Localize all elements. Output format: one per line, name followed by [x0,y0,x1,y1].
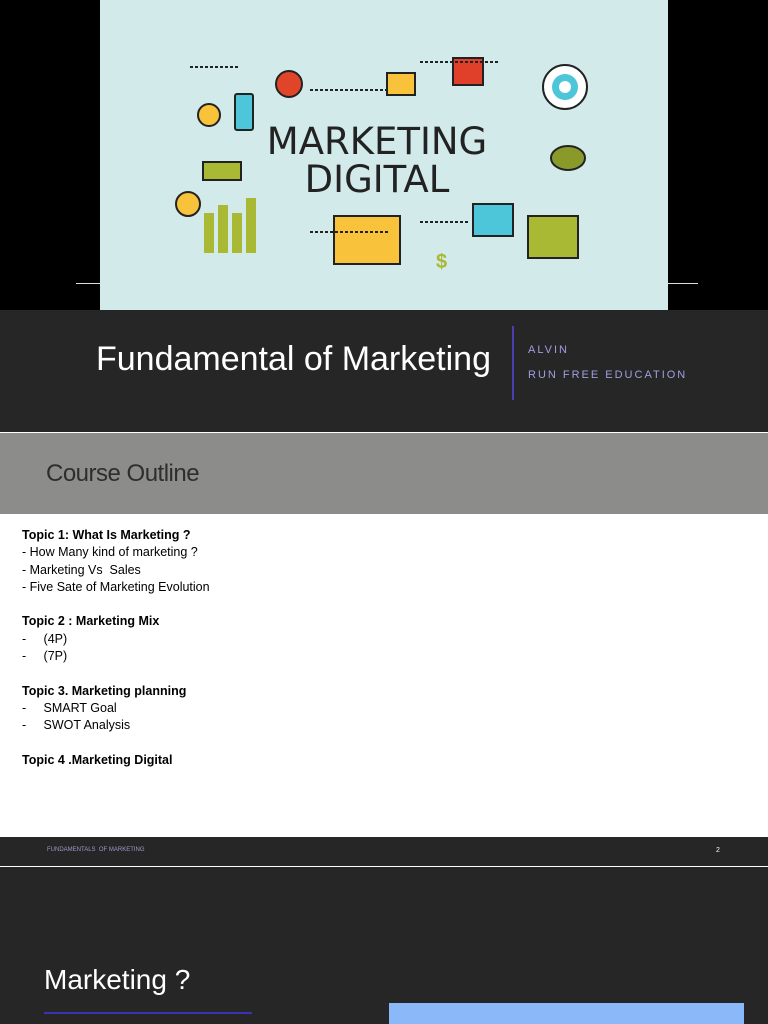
topic-item: - SMART Goal [22,700,117,715]
money-icon [202,161,242,181]
slide-title: Marketing ? [44,964,191,995]
divider [668,283,698,284]
marketing-icons-illustration: $ MARKETING DIGITAL [175,57,588,273]
topic-heading: Topic 3. Marketing planning [22,683,187,698]
image-text-digital: DIGITAL [305,158,450,201]
monitor-icon [333,215,401,265]
topic-item: - Five Sate of Marketing Evolution [22,579,210,594]
mail-icon [386,72,416,96]
slide-image [389,1003,744,1024]
chat-icon [550,145,586,171]
laptop-icon [527,215,579,259]
organization: RUN FREE EDUCATION [528,369,688,381]
bar-chart-icon [204,198,256,253]
topic-item: - How Many kind of marketing ? [22,545,198,560]
topic-heading: Topic 2 : Marketing Mix [22,614,160,629]
briefcase-icon [472,203,514,237]
slide-3 [0,867,768,1024]
topic-heading: Topic 4 .Marketing Digital [22,752,173,767]
accent-divider [512,326,514,400]
presentation-title: Fundamental of Marketing [96,340,491,378]
divider [76,283,100,284]
topic-item: - (4P) [22,631,68,646]
slide-title: Course Outline [46,460,200,487]
page-number: 2 [716,847,720,854]
title-underline [44,1012,252,1014]
marketing-digital-image: $ MARKETING DIGITAL [100,0,668,310]
topic-heading: Topic 1: What Is Marketing ? [22,528,191,542]
magnifier-icon [197,103,221,127]
footer-text: FUNDAMENTALS OF MARKETING [47,847,145,853]
crosshair-icon [175,191,201,217]
topic-item: - SWOT Analysis [22,718,131,733]
author: ALVIN [528,344,569,356]
dollar-icon: $ [436,251,447,273]
image-text-marketing: MARKETING [267,120,487,163]
course-outline: Topic 1: What Is Marketing ? - How Many … [22,527,210,769]
topic-item: - (7P) [22,649,68,664]
clock-icon [275,70,303,98]
phone-icon [234,93,254,131]
topic-item: - Marketing Vs Sales [22,562,141,577]
